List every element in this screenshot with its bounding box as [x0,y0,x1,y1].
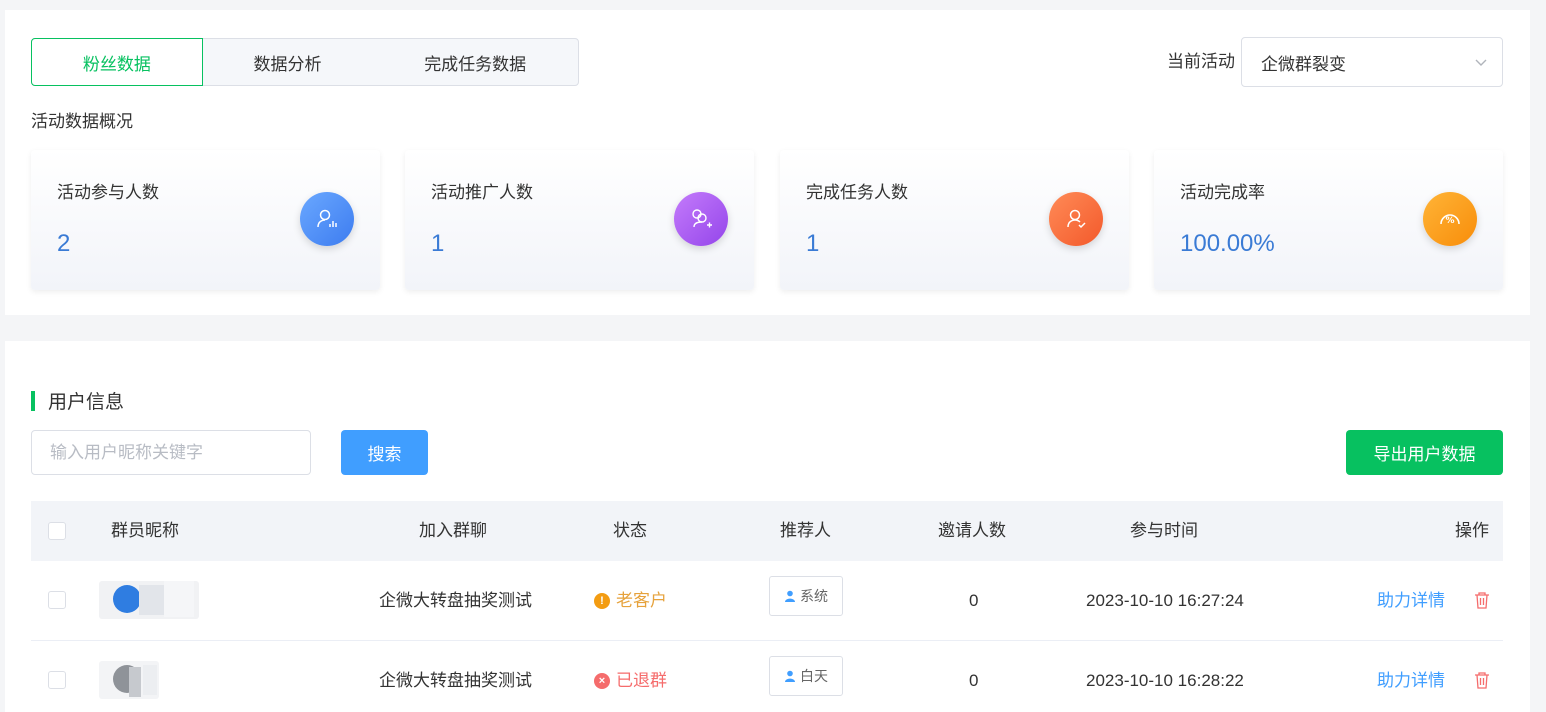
section-title: 用户信息 [31,387,124,414]
data-tabs: 粉丝数据 数据分析 完成任务数据 [31,38,579,86]
invite-count: 0 [969,671,979,690]
stat-value: 100.00% [1180,230,1275,257]
export-user-data-button[interactable]: 导出用户数据 [1346,430,1503,475]
section-title-text: 用户信息 [48,392,125,413]
warning-icon: ! [594,593,610,609]
assist-details-link[interactable]: 助力详情 [1377,669,1445,693]
referrer-tag: 白天 [769,656,843,696]
blurred-avatar-icon [99,581,199,619]
overview-title: 活动数据概况 [31,112,133,131]
stat-title: 完成任务人数 [806,183,908,202]
stat-value: 1 [431,230,445,257]
stat-card-completed: 完成任务人数 1 [780,150,1129,290]
trash-icon[interactable] [1474,591,1490,609]
tab-data-analysis[interactable]: 数据分析 [203,39,373,85]
stat-value: 1 [806,230,820,257]
stat-title: 活动参与人数 [57,183,159,202]
group-name: 企微大转盘抽奖测试 [379,591,532,610]
row-checkbox[interactable] [48,671,66,689]
user-icon [785,590,795,602]
stat-card-participants: 活动参与人数 2 [31,150,380,290]
stat-card-completion-rate: 活动完成率 100.00% % [1154,150,1503,290]
stat-card-promoters: 活动推广人数 1 [405,150,754,290]
status-text: 已退群 [616,671,667,690]
table-row: 企微大转盘抽奖测试 ! 老客户 系统 0 2023-10-10 16:27:24… [31,561,1503,641]
tab-task-data[interactable]: 完成任务数据 [372,39,578,85]
user-chart-icon [300,192,354,246]
status-badge: ! 老客户 [594,589,667,613]
user-add-icon [674,192,728,246]
join-time: 2023-10-10 16:28:22 [1086,671,1244,690]
chevron-down-icon [1475,59,1487,66]
referrer-name: 白天 [800,668,828,684]
title-accent-bar [31,390,35,411]
stat-title: 活动推广人数 [431,183,533,202]
activity-overview-panel: 粉丝数据 数据分析 完成任务数据 当前活动 企微群裂变 活动数据概况 活动参与人… [5,10,1530,315]
select-all-checkbox[interactable] [48,522,66,540]
header-actions: 操作 [1455,521,1489,540]
referrer-name: 系统 [800,588,828,604]
table-header: 群员昵称 加入群聊 状态 推荐人 邀请人数 参与时间 操作 [31,501,1503,561]
error-icon: × [594,673,610,689]
assist-details-link[interactable]: 助力详情 [1377,589,1445,613]
current-activity-label: 当前活动 [1167,52,1235,71]
invite-count: 0 [969,591,979,610]
row-checkbox[interactable] [48,591,66,609]
blurred-avatar-icon [99,661,159,699]
search-button[interactable]: 搜索 [341,430,428,475]
status-text: 老客户 [616,591,667,610]
join-time: 2023-10-10 16:27:24 [1086,591,1244,610]
tab-fans-data[interactable]: 粉丝数据 [31,38,203,86]
status-badge: × 已退群 [594,669,667,693]
svg-text:%: % [1445,216,1454,226]
nickname-search-input[interactable] [31,430,311,475]
referrer-tag: 系统 [769,576,843,616]
header-join-time: 参与时间 [1130,521,1198,540]
user-icon [785,670,795,682]
header-group: 加入群聊 [419,521,487,540]
trash-icon[interactable] [1474,671,1490,689]
header-invite-count: 邀请人数 [938,521,1006,540]
stat-title: 活动完成率 [1180,183,1265,202]
header-status: 状态 [613,521,647,540]
percent-gauge-icon: % [1423,192,1477,246]
stat-value: 2 [57,230,71,257]
header-nickname: 群员昵称 [111,521,179,540]
activity-select[interactable]: 企微群裂变 [1241,37,1503,87]
group-name: 企微大转盘抽奖测试 [379,671,532,690]
user-check-icon [1049,192,1103,246]
table-row: 企微大转盘抽奖测试 × 已退群 白天 0 2023-10-10 16:28:22… [31,641,1503,712]
header-referrer: 推荐人 [780,521,831,540]
user-info-panel: 用户信息 搜索 导出用户数据 群员昵称 加入群聊 状态 推荐人 邀请人数 参与时… [5,341,1530,712]
activity-select-value: 企微群裂变 [1261,54,1346,74]
